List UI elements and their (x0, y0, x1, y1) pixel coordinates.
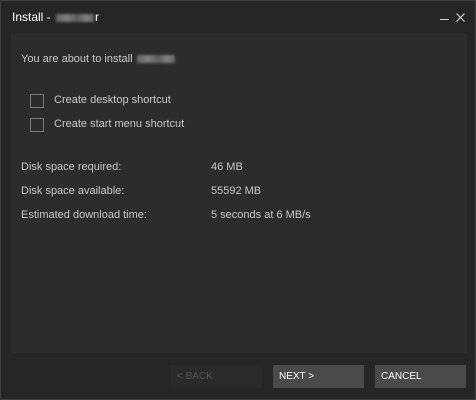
content-panel: You are about to install Create desktop … (11, 33, 467, 353)
minimize-icon (440, 19, 449, 20)
window-title: Install - r (12, 10, 99, 24)
redacted-app-name (56, 13, 95, 22)
install-intro-text: You are about to install (21, 53, 133, 65)
redacted-app-name (136, 55, 175, 64)
download-time-value: 5 seconds at 6 MB/s (211, 209, 311, 221)
disk-available-value: 55592 MB (211, 185, 262, 197)
install-intro: You are about to install (21, 53, 175, 65)
download-time-label: Estimated download time: (21, 209, 147, 221)
window-title-suffix: r (95, 10, 100, 24)
minimize-button[interactable] (438, 7, 452, 23)
next-button[interactable]: NEXT > (273, 365, 364, 388)
disk-required-value: 46 MB (211, 161, 243, 173)
title-bar[interactable]: Install - r (1, 1, 475, 33)
start-menu-shortcut-label[interactable]: Create start menu shortcut (54, 118, 184, 131)
close-icon (456, 13, 465, 22)
cancel-button[interactable]: CANCEL (375, 365, 466, 388)
back-button[interactable]: < BACK (171, 365, 262, 388)
desktop-shortcut-label[interactable]: Create desktop shortcut (54, 94, 171, 107)
disk-required-label: Disk space required: (21, 161, 122, 173)
start-menu-shortcut-checkbox[interactable] (30, 118, 44, 132)
desktop-shortcut-checkbox[interactable] (30, 94, 44, 108)
disk-available-label: Disk space available: (21, 185, 125, 197)
close-button[interactable] (454, 7, 468, 23)
window-title-prefix: Install - (12, 10, 55, 24)
install-dialog: Install - r You are about to install Cre… (0, 0, 476, 400)
